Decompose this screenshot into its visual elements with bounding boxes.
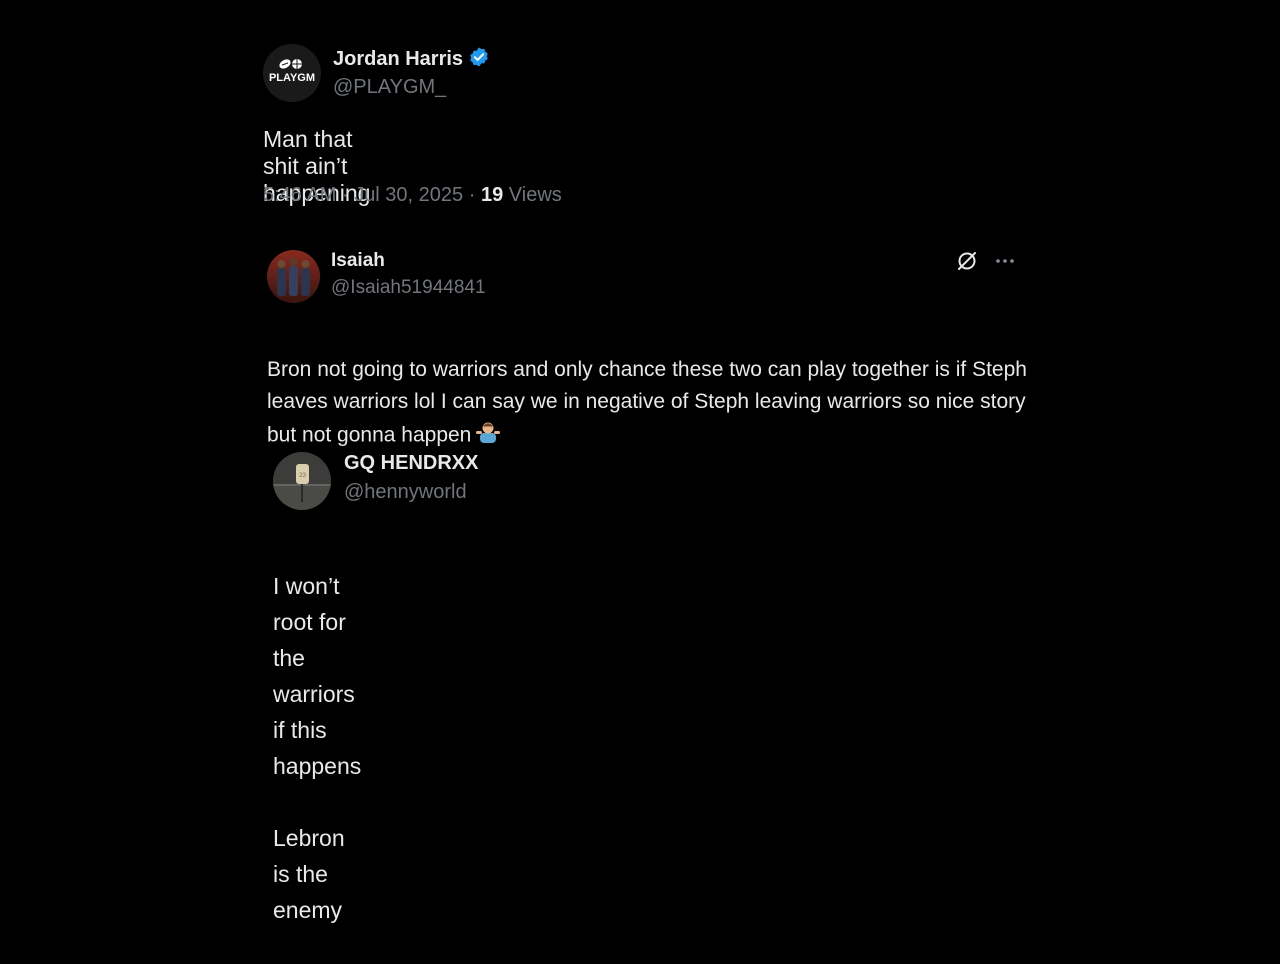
tweet-text-container: Bron not going to warriors and only chan… xyxy=(267,322,1027,454)
svg-text:23: 23 xyxy=(299,473,306,479)
tweet-text: Bron not going to warriors and only chan… xyxy=(267,358,1027,447)
views-label: Views xyxy=(508,184,562,206)
separator: · xyxy=(468,184,476,206)
tweet-date[interactable]: Jul 30, 2025 xyxy=(354,184,463,206)
grok-icon[interactable] xyxy=(955,249,979,273)
separator: · xyxy=(341,184,349,206)
more-icon[interactable] xyxy=(993,249,1017,273)
tweet-meta: 5:46 AM · Jul 30, 2025 · 19 Views xyxy=(263,184,562,207)
avatar[interactable] xyxy=(267,250,320,303)
views-count: 19 xyxy=(480,184,504,206)
person-shrugging-emoji-icon xyxy=(475,418,501,454)
author-handle[interactable]: @hennyworld xyxy=(344,481,467,504)
author-display-name[interactable]: Isaiah xyxy=(331,250,385,272)
author-handle[interactable]: @PLAYGM_ xyxy=(333,76,446,99)
tweet-time[interactable]: 5:46 AM xyxy=(263,184,336,206)
tweet-actions xyxy=(955,249,1017,273)
author-display-name[interactable]: GQ HENDRXX xyxy=(344,452,478,475)
tweet-text-container: I won’t root for the warriors if this ha… xyxy=(273,532,361,964)
avatar[interactable]: 23 xyxy=(273,452,331,510)
tweet-text-line: I won’t root for the warriors if this ha… xyxy=(273,573,362,779)
author-name-line: Jordan Harris xyxy=(333,46,490,73)
verified-badge-icon xyxy=(468,46,490,73)
author-display-name[interactable]: Jordan Harris xyxy=(333,48,463,71)
author-name-line: GQ HENDRXX xyxy=(344,452,478,475)
avatar[interactable]: PLAYGM xyxy=(263,44,321,102)
tweet-text-line: Lebron is the enemy xyxy=(273,825,345,923)
author-handle[interactable]: @Isaiah51944841 xyxy=(331,277,486,299)
author-name-line: Isaiah xyxy=(331,250,385,272)
avatar-logo-text: PLAYGM xyxy=(269,72,315,84)
